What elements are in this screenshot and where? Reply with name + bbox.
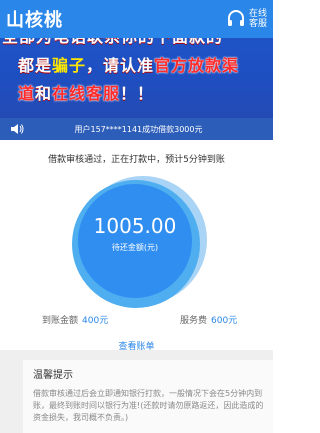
- notice-bar: 用户157****1141成功借款3000元: [0, 118, 273, 140]
- arrival-amount-value: 400元: [82, 316, 109, 326]
- banner-highlight-cs: 在线客服: [52, 84, 121, 103]
- tips-card: 温馨提示 借款审核通过后会立即通知银行打款，一般情况下会在5分钟内到账，最终到账…: [23, 360, 273, 433]
- online-service-button[interactable]: 在线客服: [226, 9, 268, 29]
- headset-icon: [228, 10, 244, 26]
- service-fee-label: 服务费: [180, 316, 208, 326]
- arrival-amount-label: 到账金额: [42, 316, 79, 326]
- tips-title: 温馨提示: [33, 370, 73, 381]
- banner-text: 和: [35, 84, 53, 103]
- loan-status-text: 借款审核通过，正在打款中，预计5分钟到账: [48, 155, 225, 165]
- banner-highlight-channel: 道: [18, 84, 36, 103]
- online-service-label: 在线客服: [248, 9, 267, 29]
- repay-amount: 1005.00: [93, 214, 177, 238]
- app-title: 山核桃: [6, 10, 63, 31]
- banner-text: ！！: [120, 84, 155, 103]
- app-header: 山核桃 在线客服: [0, 0, 273, 38]
- repay-amount-label: 待还金额(元): [111, 243, 159, 252]
- circle-amount: [78, 184, 192, 298]
- notice-text: 用户157****1141成功借款3000元: [74, 124, 203, 134]
- banner-highlight-scammer: 骗子: [52, 56, 87, 75]
- banner-text: 都是: [18, 56, 53, 75]
- banner-highlight-official: 官方放款渠: [154, 56, 240, 75]
- loan-amount-display: 1005.00 待还金额(元): [0, 172, 273, 312]
- service-fee-value: 600元: [211, 316, 238, 326]
- arrival-amount: 到账金额 400元: [42, 313, 108, 326]
- speaker-icon: [11, 124, 24, 134]
- service-fee: 服务费 600元: [180, 313, 237, 326]
- tips-body: 借款审核通过后会立即通知银行打款，一般情况下会在5分钟内到账，最终到账时间以银行…: [33, 389, 264, 422]
- banner-text: ，请认准: [86, 56, 155, 75]
